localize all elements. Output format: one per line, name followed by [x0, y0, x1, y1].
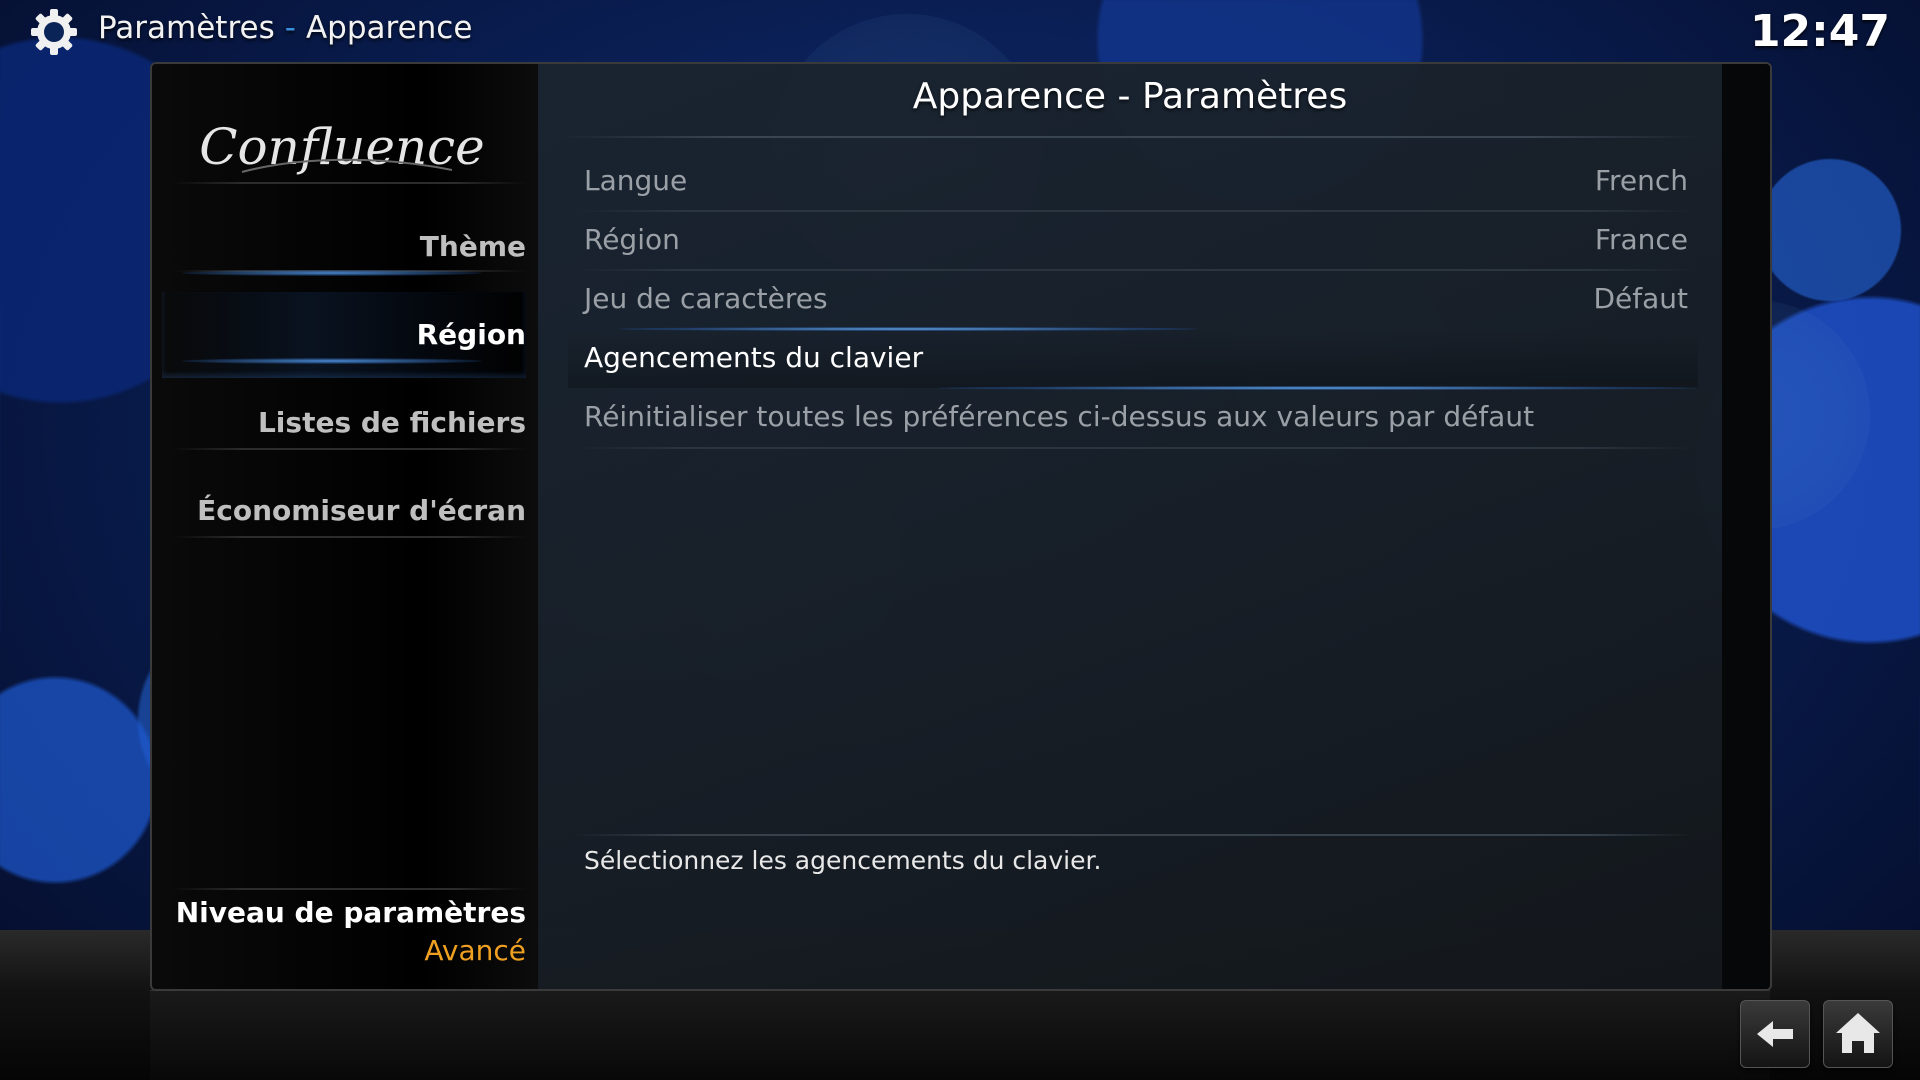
back-button[interactable] [1740, 1000, 1810, 1068]
settings-level-label[interactable]: Niveau de paramètres [162, 896, 526, 929]
setting-label: Jeu de caractères [584, 282, 828, 315]
active-highlight-glow [182, 270, 482, 276]
back-arrow-icon [1757, 1021, 1793, 1047]
breadcrumb-settings: Paramètres [98, 10, 275, 46]
setting-label: Région [584, 223, 680, 256]
setting-row-charset[interactable]: Jeu de caractères Défaut [584, 270, 1688, 328]
description-divider [574, 834, 1694, 836]
settings-dialog: Confluence Thème Région Listes de fichie… [150, 62, 1772, 991]
setting-value: Défaut [1593, 282, 1688, 315]
dialog-edge [1722, 64, 1770, 989]
setting-label: Agencements du clavier [584, 341, 924, 374]
sidebar-item-label: Région [416, 318, 526, 351]
dialog-title: Apparence - Paramètres [912, 76, 1348, 117]
sidebar-item-screensaver[interactable]: Économiseur d'écran [162, 468, 526, 554]
setting-row-region[interactable]: Région France [584, 211, 1688, 269]
sidebar-item-region[interactable]: Région [162, 292, 526, 378]
setting-description: Sélectionnez les agencements du clavier. [584, 846, 1102, 875]
row-divider [574, 447, 1694, 449]
sidebar-divider [172, 536, 527, 538]
title-divider [558, 136, 1702, 138]
breadcrumb: Paramètres - Apparence [98, 10, 472, 46]
sidebar-divider [172, 448, 527, 450]
clock: 12:47 [1749, 6, 1890, 57]
settings-content: Apparence - Paramètres ✕ Langue French R… [538, 64, 1722, 989]
breadcrumb-separator: - [284, 10, 296, 46]
setting-row-language[interactable]: Langue French [584, 152, 1688, 210]
sidebar-item-label: Listes de fichiers [257, 406, 526, 439]
gear-icon [31, 9, 77, 55]
home-button[interactable] [1823, 1000, 1893, 1068]
sidebar: Confluence Thème Région Listes de fichie… [152, 64, 538, 989]
settings-level-value[interactable]: Avancé [162, 934, 526, 967]
top-bar: Paramètres - Apparence 12:47 [0, 0, 1920, 62]
setting-label: Langue [584, 164, 688, 197]
sidebar-divider [172, 888, 527, 890]
sidebar-item-theme[interactable]: Thème [162, 204, 526, 290]
breadcrumb-appearance: Apparence [305, 10, 473, 46]
sidebar-item-file-lists[interactable]: Listes de fichiers [162, 380, 526, 466]
setting-row-reset[interactable]: Réinitialiser toutes les préférences ci-… [584, 388, 1688, 446]
sidebar-divider [172, 182, 527, 184]
setting-value: France [1594, 223, 1688, 256]
setting-label: Réinitialiser toutes les préférences ci-… [584, 400, 1535, 433]
confluence-logo: Confluence [199, 118, 485, 176]
active-highlight-glow [182, 358, 482, 364]
home-icon [1836, 1013, 1880, 1053]
footer-panel [150, 990, 1770, 1080]
setting-row-keyboard-layouts[interactable]: Agencements du clavier [584, 329, 1688, 387]
sidebar-item-label: Économiseur d'écran [197, 494, 526, 527]
sidebar-item-label: Thème [419, 230, 526, 263]
setting-value: French [1594, 164, 1688, 197]
